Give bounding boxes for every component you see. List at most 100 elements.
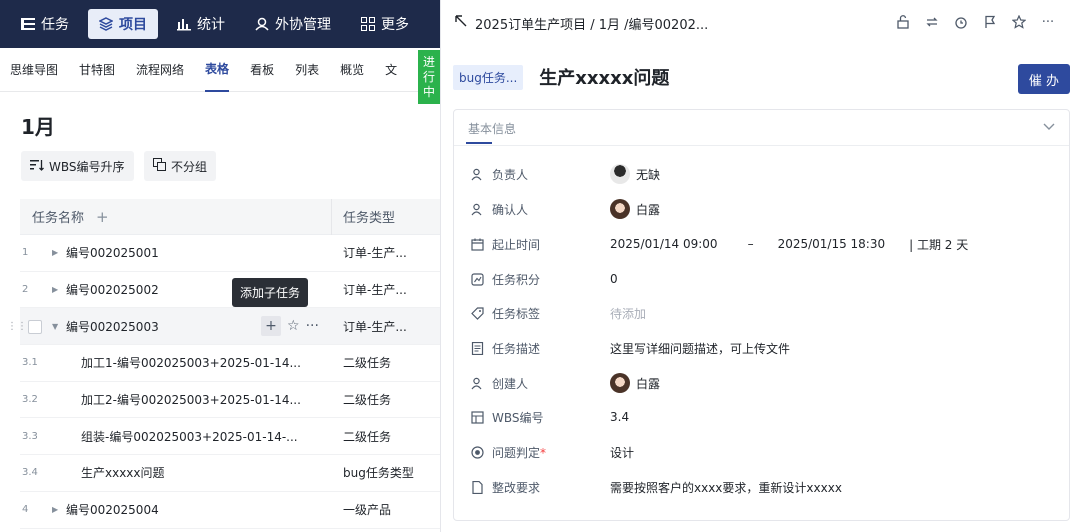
task-name-cell[interactable]: 组装-编号002025003+2025-01-14-... — [52, 428, 332, 445]
table-body: 1 ▶ 编号002025001 订单-生产... 2 ▶ 编号002025002 订单-生产.… — [20, 235, 440, 529]
tab-table[interactable]: 表格 — [205, 48, 230, 92]
field-tags: 任务标签 待添加 — [470, 301, 646, 325]
urge-button[interactable]: 催 办 — [1018, 64, 1070, 94]
tags-value[interactable]: 待添加 — [610, 305, 646, 322]
table-row[interactable]: 3.4 生产xxxxx问题 bug任务类型 — [20, 455, 440, 492]
task-name: 编号002025001 — [66, 246, 159, 261]
task-name-cell[interactable]: 加工2-编号002025003+2025-01-14... — [52, 391, 332, 408]
field-judgement: 问题判定* 设计 — [470, 440, 634, 464]
task-type-badge[interactable]: bug任务... — [453, 64, 524, 90]
avatar — [610, 199, 630, 219]
nav-outsourcing[interactable]: 外协管理 — [244, 9, 342, 39]
tab-network[interactable]: 流程网络 — [136, 48, 184, 92]
chevron-down-icon[interactable] — [1043, 120, 1055, 134]
unlock-icon[interactable] — [895, 14, 911, 30]
tab-gantt[interactable]: 甘特图 — [79, 48, 115, 92]
nav-projects[interactable]: 项目 — [88, 9, 158, 39]
field-confirmer-label: 确认人 — [492, 202, 529, 217]
caret-down-icon[interactable]: ▼ — [52, 322, 66, 331]
sort-button[interactable]: WBS编号升序 — [21, 151, 134, 181]
add-column-icon[interactable]: + — [96, 208, 109, 226]
owner-value[interactable]: 无缺 — [610, 164, 660, 184]
calendar-icon — [470, 237, 484, 251]
caret-right-icon[interactable]: ▶ — [52, 505, 66, 514]
task-type-cell: 订单-生产... — [343, 319, 407, 334]
nav-more[interactable]: 更多 — [350, 9, 420, 39]
tab-documents[interactable]: 文 — [385, 48, 397, 92]
file-icon — [470, 480, 484, 494]
field-owner: 负责人 无缺 — [470, 162, 660, 186]
tab-underline — [466, 142, 492, 144]
row-number: 3.1 — [22, 357, 38, 369]
star-icon[interactable]: ☆ — [287, 318, 300, 334]
wbs-value[interactable]: 3.4 — [610, 410, 629, 424]
description-value[interactable]: 这里写详细问题描述，可上传文件 — [610, 340, 790, 357]
task-name-cell[interactable]: 生产xxxxx问题 — [52, 464, 332, 481]
tab-kanban[interactable]: 看板 — [250, 48, 274, 92]
task-type-cell: 二级任务 — [343, 429, 392, 444]
table-row[interactable]: 3.3 组装-编号002025003+2025-01-14-... 二级任务 — [20, 418, 440, 456]
tab-mindmap[interactable]: 思维导图 — [10, 48, 58, 92]
table-row[interactable]: 3.2 加工2-编号002025003+2025-01-14... 二级任务 — [20, 382, 440, 419]
user-check-icon — [470, 202, 484, 216]
grid-icon — [361, 17, 375, 31]
confirmer-value[interactable]: 白露 — [610, 199, 660, 219]
nav-statistics-label: 统计 — [197, 17, 225, 33]
table-row[interactable]: ▼ 编号002025003 订单-生产... + ☆ ··· — [20, 308, 440, 346]
task-name: 编号002025003 — [66, 319, 159, 334]
row-number: 3.2 — [22, 394, 38, 406]
radio-icon — [470, 445, 484, 459]
nav-statistics[interactable]: 统计 — [166, 9, 236, 39]
repeat-icon[interactable] — [924, 14, 940, 30]
task-name-cell[interactable]: ▶ 编号002025001 — [52, 244, 332, 261]
rectify-value[interactable]: 需要按照客户的xxxx要求，重新设计xxxxx — [610, 479, 842, 496]
collapse-arrow-icon[interactable] — [455, 15, 467, 31]
start-time: 2025/01/14 09:00 — [610, 237, 718, 251]
field-creator: 创建人 白露 — [470, 371, 660, 395]
row-actions: + ☆ ··· — [261, 316, 319, 337]
more-icon[interactable]: ··· — [1040, 14, 1056, 30]
field-tags-label: 任务标签 — [492, 306, 541, 321]
row-checkbox[interactable] — [28, 320, 42, 334]
end-time: 2025/01/15 18:30 — [777, 237, 886, 251]
period-value[interactable]: 2025/01/14 09:00 – 2025/01/15 18:30 | 工期… — [610, 236, 968, 253]
status-char-2: 行 — [422, 69, 435, 84]
col-header-type[interactable]: 任务类型 — [332, 207, 395, 226]
caret-right-icon[interactable]: ▶ — [52, 248, 66, 257]
field-period: 起止时间 2025/01/14 09:00 – 2025/01/15 18:30… — [470, 232, 968, 256]
task-type-cell: 二级任务 — [343, 356, 392, 371]
field-creator-label: 创建人 — [492, 376, 529, 391]
task-name-cell[interactable]: ▶ 编号002025004 — [52, 501, 332, 518]
star-icon[interactable] — [1011, 14, 1027, 30]
page-title: 1月 — [21, 115, 55, 139]
drag-handle-icon[interactable]: ⋮⋮ — [7, 321, 27, 332]
caret-right-icon[interactable]: ▶ — [52, 285, 66, 294]
col-header-name[interactable]: 任务名称 + — [20, 198, 332, 235]
nav-more-label: 更多 — [381, 17, 409, 33]
more-icon[interactable]: ··· — [306, 318, 319, 334]
task-name-cell[interactable]: 加工1-编号002025003+2025-01-14... — [52, 354, 332, 371]
table-row[interactable]: 1 ▶ 编号002025001 订单-生产... — [20, 235, 440, 272]
add-subtask-icon[interactable]: + — [261, 316, 281, 337]
task-table: 任务名称 + 任务类型 1 ▶ 编号002025001 订单-生产... 2 ▶ 编号002… — [20, 198, 440, 529]
tab-basic-info[interactable]: 基本信息 — [468, 120, 516, 137]
nav-outsourcing-label: 外协管理 — [275, 17, 331, 33]
creator-value[interactable]: 白露 — [610, 373, 660, 393]
table-row[interactable]: 3.1 加工1-编号002025003+2025-01-14... 二级任务 — [20, 345, 440, 382]
task-title[interactable]: 生产xxxxx问题 — [539, 64, 669, 90]
group-button-label: 不分组 — [171, 159, 208, 174]
row-number: 1 — [22, 247, 29, 259]
judgement-value[interactable]: 设计 — [610, 444, 634, 461]
tab-overview[interactable]: 概览 — [340, 48, 364, 92]
table-row[interactable]: 4 ▶ 编号002025004 一级产品 — [20, 492, 440, 529]
tab-list[interactable]: 列表 — [295, 48, 319, 92]
nav-tasks[interactable]: 任务 — [10, 9, 80, 39]
breadcrumb[interactable]: 2025订单生产项目 / 1月 /编号00202... — [475, 14, 708, 33]
user-icon — [470, 376, 484, 390]
tag-icon — [470, 306, 484, 320]
flag-icon[interactable] — [982, 14, 998, 30]
table-row[interactable]: 2 ▶ 编号002025002 订单-生产... — [20, 272, 440, 309]
alarm-icon[interactable] — [953, 14, 969, 30]
score-value[interactable]: 0 — [610, 272, 618, 286]
group-button[interactable]: 不分组 — [144, 151, 217, 181]
